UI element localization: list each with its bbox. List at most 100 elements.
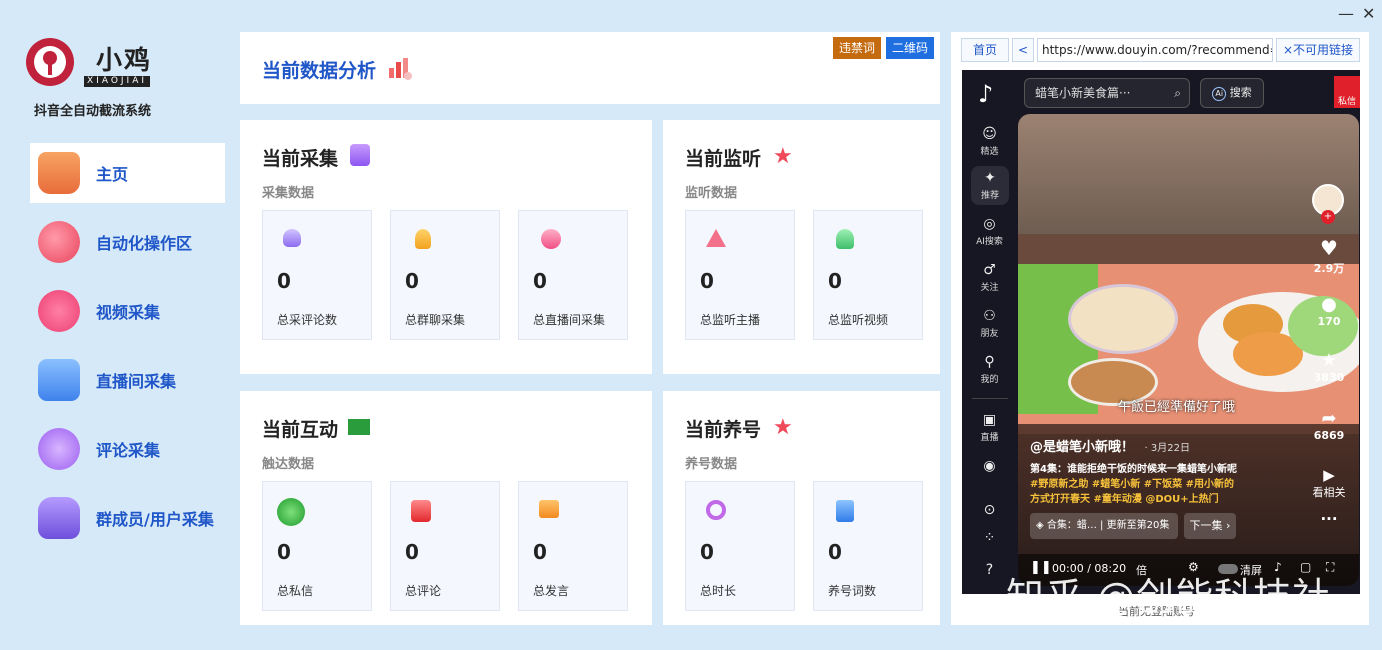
stat-label: 总时长: [700, 584, 737, 598]
cart-icon: [539, 500, 559, 518]
comment-button[interactable]: ● 170: [1308, 294, 1350, 328]
dm-button[interactable]: 私信: [1334, 76, 1360, 108]
video-author[interactable]: @是蜡笔小新哦！ · 3月22日: [1030, 436, 1190, 455]
side-settings[interactable]: ⊙: [962, 502, 1017, 520]
nav-home-label: 主页: [96, 165, 129, 184]
raise-title: 当前养号: [685, 419, 762, 441]
stat-dm: 0 总私信: [262, 481, 372, 611]
url-field[interactable]: https://www.douyin.com/?recommend=1: [1037, 38, 1273, 62]
nav-group-collect[interactable]: 群成员/用户采集: [30, 488, 225, 548]
stat-group-collect: 0 总群聊采集: [390, 210, 500, 340]
rice-bowl-image: [1068, 284, 1178, 354]
nav-video-collect[interactable]: 视频采集: [30, 281, 225, 341]
phone-icon: [277, 498, 305, 526]
stat-label: 总直播间采集: [533, 313, 606, 327]
douyin-search-input[interactable]: 蜡笔小新美食篇··· ⌕: [1024, 78, 1190, 108]
stat-value: 0: [533, 269, 547, 293]
ai-search-label: 搜索: [1229, 86, 1252, 99]
collection-button[interactable]: ◈ 合集：蜡… | 更新至第20集: [1030, 513, 1178, 539]
ai-search-button[interactable]: Ai 搜索: [1200, 78, 1264, 108]
more-button[interactable]: ···: [1308, 510, 1350, 528]
stat-speak: 0 总发言: [518, 481, 628, 611]
wallet-icon: [38, 359, 80, 401]
plane-icon: [706, 229, 726, 247]
stat-value: 0: [405, 540, 419, 564]
related-button[interactable]: ▶ 看相关: [1302, 466, 1356, 500]
robot-icon: [283, 229, 301, 247]
home-icon: [38, 152, 80, 194]
sparkle-icon: ✦: [984, 170, 996, 186]
stat-live-collect: 0 总直播间采集: [518, 210, 628, 340]
nav-comment-label: 评论采集: [96, 441, 161, 460]
stat-value: 0: [405, 269, 419, 293]
raise-card: 当前养号 ★ 养号数据 0 总时长 0 养号词数: [663, 391, 940, 625]
interact-sub: 触达数据: [262, 457, 315, 472]
qrcode-button[interactable]: 二维码: [886, 37, 935, 59]
friends-icon: ⚇: [983, 308, 996, 324]
ai-icon: Ai: [1212, 87, 1227, 101]
comment-icon: ●: [1321, 294, 1337, 315]
magnifier-icon: [706, 500, 726, 520]
side-more[interactable]: ⁘: [962, 530, 1017, 548]
share-button[interactable]: ➦ 6869: [1308, 408, 1350, 442]
side-me[interactable]: ⚲ 我的: [962, 354, 1017, 385]
like-button[interactable]: ♥ 2.9万: [1308, 236, 1350, 276]
page-title: 当前数据分析: [262, 60, 377, 82]
nav-group-label: 群成员/用户采集: [96, 510, 214, 529]
douyin-logo-icon: ♪: [978, 80, 994, 108]
stat-label: 总发言: [533, 584, 570, 598]
side-ai[interactable]: ◎ AI搜索: [962, 216, 1017, 247]
stat-comment-collect: 0 总采评论数: [262, 210, 372, 340]
back-button[interactable]: <: [1012, 38, 1034, 62]
nav-home[interactable]: 主页: [30, 143, 225, 203]
search-icon[interactable]: ⌕: [1174, 79, 1181, 107]
more-icon: ···: [1320, 510, 1338, 528]
app-tagline: 抖音全自动截流系统: [34, 104, 152, 119]
nav-live-collect[interactable]: 直播间采集: [30, 350, 225, 410]
nav-comment-collect[interactable]: 评论采集: [30, 419, 225, 479]
side-follow[interactable]: ♂ 关注: [962, 262, 1017, 293]
video-icon: [38, 290, 80, 332]
stat-value: 0: [277, 269, 291, 293]
side-game[interactable]: ◉: [962, 458, 1017, 476]
stat-label: 总监听主播: [700, 313, 761, 327]
home-nav-button[interactable]: 首页: [961, 38, 1009, 62]
video-player[interactable]: 午飯已經準備好了哦 + ♥ 2.9万 ● 170 ★ 3830 ➦ 6869 ▶ 看相关 …: [1018, 114, 1359, 586]
stat-label: 总群聊采集: [405, 313, 466, 327]
stat-duration: 0 总时长: [685, 481, 795, 611]
stat-value: 0: [700, 540, 714, 564]
letter-a-icon: [411, 500, 431, 522]
nav-automation-label: 自动化操作区: [96, 234, 193, 253]
gamepad-icon: ◉: [983, 458, 996, 474]
key-icon: [43, 51, 57, 75]
next-episode-button[interactable]: 下一集 ›: [1184, 513, 1236, 539]
stat-value: 0: [828, 269, 842, 293]
nav-automation[interactable]: 自动化操作区: [30, 212, 225, 272]
brand-name: 小鸡: [96, 46, 153, 76]
stat-label: 总采评论数: [277, 313, 338, 327]
bell-icon: [836, 229, 854, 249]
minimize-button[interactable]: —: [1338, 4, 1354, 23]
stat-label: 养号词数: [828, 584, 877, 598]
close-button[interactable]: ✕: [1362, 4, 1375, 23]
douyin-webview: ♪ 蜡笔小新美食篇··· ⌕ Ai 搜索 私信 ☺ 精选 ✦ 推荐 ◎ AI搜索 ♂ 关…: [962, 70, 1360, 594]
share-icon: ➦: [1321, 408, 1337, 429]
video-hashtags[interactable]: #野原新之助 #蜡笔小新 #下饭菜 #用小新的: [1030, 475, 1234, 490]
nav-live-label: 直播间采集: [96, 372, 177, 391]
favorite-button[interactable]: ★ 3830: [1308, 350, 1350, 384]
stat-value: 0: [828, 540, 842, 564]
follow-icon: ♂: [983, 262, 996, 278]
side-featured[interactable]: ☺ 精选: [962, 126, 1017, 157]
video-title: 第4集：谁能拒绝干饭的时候来一集蜡笔小新呢: [1030, 464, 1237, 475]
video-hashtags-2[interactable]: 方式打开春天 #童年动漫 @DOU+上热门: [1030, 490, 1219, 505]
stat-label: 总监听视频: [828, 313, 889, 327]
user-pink-icon: [541, 229, 561, 249]
nav-video-label: 视频采集: [96, 303, 161, 322]
unavailable-link-button[interactable]: ×不可用链接: [1276, 38, 1360, 62]
follow-plus-icon[interactable]: +: [1321, 210, 1335, 224]
side-live[interactable]: ▣ 直播: [962, 412, 1017, 443]
side-friends[interactable]: ⚇ 朋友: [962, 308, 1017, 339]
banned-words-button[interactable]: 违禁词: [833, 37, 882, 59]
side-recommend[interactable]: ✦ 推荐: [971, 166, 1009, 205]
app-logo: 小鸡 XIAOJIAI: [26, 38, 176, 88]
